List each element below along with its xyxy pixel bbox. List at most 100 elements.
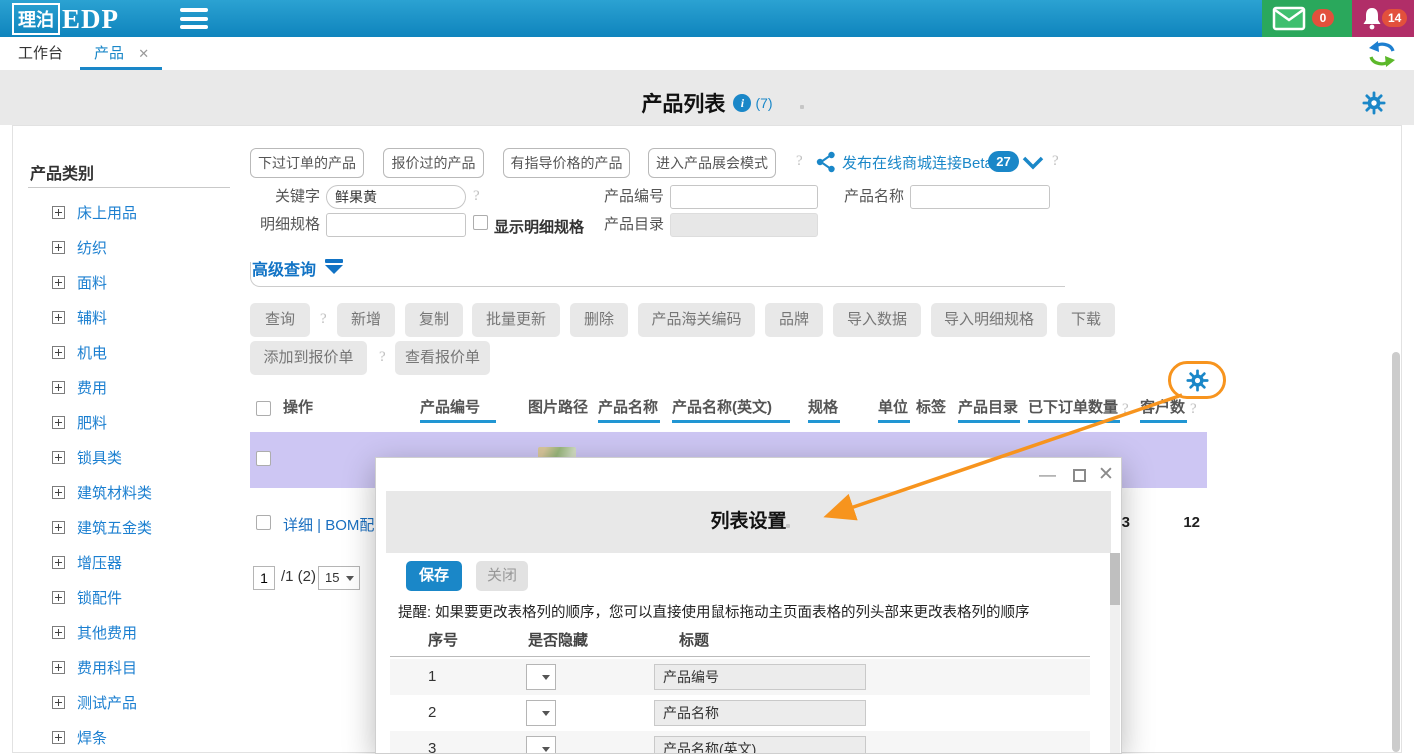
expand-icon[interactable] [52, 661, 65, 674]
download-button[interactable]: 下载 [1057, 303, 1115, 337]
help-icon[interactable]: ? [320, 311, 327, 328]
expand-icon[interactable] [52, 591, 65, 604]
chevron-down-icon[interactable] [1022, 156, 1044, 170]
help-icon[interactable]: ? [379, 349, 386, 366]
page-number-input[interactable] [253, 566, 275, 590]
sync-icon[interactable] [1366, 39, 1398, 69]
sidebar-item-welding-rod[interactable]: 焊条 [52, 728, 107, 746]
sidebar-item-fertilizer[interactable]: 肥料 [52, 413, 107, 431]
notifications-button[interactable]: 14 [1352, 0, 1414, 37]
help-icon[interactable]: ? [796, 153, 803, 170]
filter-ordered-products-button[interactable]: 下过订单的产品 [250, 148, 364, 178]
exhibition-mode-button[interactable]: 进入产品展会模式 [648, 148, 776, 178]
hide-column-select[interactable] [526, 700, 556, 726]
close-icon[interactable]: ✕ [138, 46, 149, 61]
detail-spec-input[interactable] [326, 213, 466, 237]
view-quote-button[interactable]: 查看报价单 [395, 341, 490, 375]
vertical-scrollbar[interactable] [1392, 352, 1400, 752]
expand-icon[interactable] [52, 241, 65, 254]
help-icon[interactable]: ? [1052, 153, 1059, 170]
copy-button[interactable]: 复制 [405, 303, 463, 337]
page-settings-gear-icon[interactable] [1362, 91, 1386, 115]
info-icon[interactable]: i [733, 94, 751, 112]
sidebar-item-electromech[interactable]: 机电 [52, 343, 107, 361]
expand-icon[interactable] [52, 451, 65, 464]
hide-column-select[interactable] [526, 664, 556, 690]
sidebar-item-fee[interactable]: 费用 [52, 378, 107, 396]
tab-workbench[interactable]: 工作台 [18, 37, 63, 70]
menu-icon[interactable] [180, 8, 208, 30]
expand-icon[interactable] [52, 626, 65, 639]
col-header-customer-count[interactable]: 客户数 [1140, 397, 1187, 423]
expand-icon[interactable] [52, 311, 65, 324]
publish-online-mall-link[interactable]: 发布在线商城连接Beta [842, 152, 993, 173]
import-data-button[interactable]: 导入数据 [833, 303, 921, 337]
detail-bom-link[interactable]: 详细 | BOM配置 [283, 514, 389, 535]
brand-button[interactable]: 品牌 [765, 303, 823, 337]
customs-code-button[interactable]: 产品海关编码 [638, 303, 755, 337]
sidebar-item-fee-subject[interactable]: 费用科目 [52, 658, 137, 676]
column-title-input[interactable] [654, 700, 866, 726]
column-title-input[interactable] [654, 664, 866, 690]
col-header-order-count[interactable]: 已下订单数量 [1028, 397, 1120, 423]
save-button[interactable]: 保存 [406, 561, 462, 591]
expand-icon[interactable] [52, 731, 65, 744]
col-header-catalog[interactable]: 产品目录 [958, 397, 1020, 423]
delete-button[interactable]: 删除 [570, 303, 628, 337]
tab-product[interactable]: 产品 ✕ [94, 37, 149, 70]
expand-icon[interactable] [52, 276, 65, 289]
show-detail-spec-checkbox[interactable] [473, 215, 488, 230]
close-button[interactable]: 关闭 [476, 561, 528, 591]
expand-icon[interactable] [52, 486, 65, 499]
product-name-input[interactable] [910, 185, 1050, 209]
expand-icon[interactable] [52, 206, 65, 219]
filter-icon[interactable] [325, 259, 343, 274]
sidebar-item-building-materials[interactable]: 建筑材料类 [52, 483, 152, 501]
row-checkbox[interactable] [256, 515, 271, 530]
sidebar-item-accessories[interactable]: 辅料 [52, 308, 107, 326]
sidebar-item-fabric[interactable]: 面料 [52, 273, 107, 291]
col-header-product-name[interactable]: 产品名称 [598, 397, 660, 423]
sidebar-item-test-product[interactable]: 测试产品 [52, 693, 137, 711]
expand-icon[interactable] [52, 696, 65, 709]
sidebar-item-supercharger[interactable]: 增压器 [52, 553, 122, 571]
dialog-scrollbar-thumb[interactable] [1110, 553, 1120, 605]
col-header-unit[interactable]: 单位 [878, 397, 910, 423]
column-title-input[interactable] [654, 736, 866, 754]
col-header-spec[interactable]: 规格 [808, 397, 840, 423]
expand-icon[interactable] [52, 521, 65, 534]
row-checkbox[interactable] [256, 451, 271, 466]
help-icon[interactable]: ? [1122, 401, 1129, 418]
sidebar-item-textile[interactable]: 纺织 [52, 238, 107, 256]
expand-icon[interactable] [52, 556, 65, 569]
help-icon[interactable]: ? [1190, 401, 1197, 418]
minimize-icon[interactable]: — [1039, 464, 1056, 486]
expand-icon[interactable] [52, 381, 65, 394]
sidebar-item-other-fee[interactable]: 其他费用 [52, 623, 137, 641]
share-icon[interactable] [815, 150, 837, 174]
batch-update-button[interactable]: 批量更新 [472, 303, 560, 337]
hide-column-select[interactable] [526, 736, 556, 754]
add-button[interactable]: 新增 [337, 303, 395, 337]
sidebar-item-lock-parts[interactable]: 锁配件 [52, 588, 122, 606]
advanced-search-link[interactable]: 高级查询 [252, 256, 316, 280]
add-to-quote-button[interactable]: 添加到报价单 [250, 341, 367, 375]
close-icon[interactable]: ✕ [1098, 464, 1114, 486]
expand-icon[interactable] [52, 416, 65, 429]
col-header-product-name-en[interactable]: 产品名称(英文) [672, 397, 790, 423]
mail-button[interactable]: 0 [1262, 0, 1352, 37]
select-all-checkbox[interactable] [256, 401, 271, 416]
help-icon[interactable]: ? [473, 188, 480, 205]
sidebar-item-bedding[interactable]: 床上用品 [52, 203, 137, 221]
list-settings-gear-icon[interactable] [1186, 369, 1209, 392]
import-detail-spec-button[interactable]: 导入明细规格 [931, 303, 1047, 337]
filter-quoted-products-button[interactable]: 报价过的产品 [383, 148, 484, 178]
filter-guide-price-products-button[interactable]: 有指导价格的产品 [503, 148, 630, 178]
sidebar-item-locks[interactable]: 锁具类 [52, 448, 122, 466]
product-code-input[interactable] [670, 185, 818, 209]
search-button[interactable]: 查询 [250, 303, 310, 337]
maximize-icon[interactable] [1073, 469, 1086, 482]
page-size-select[interactable]: 15 [318, 566, 360, 590]
expand-icon[interactable] [52, 346, 65, 359]
col-header-product-code[interactable]: 产品编号 [420, 397, 496, 423]
